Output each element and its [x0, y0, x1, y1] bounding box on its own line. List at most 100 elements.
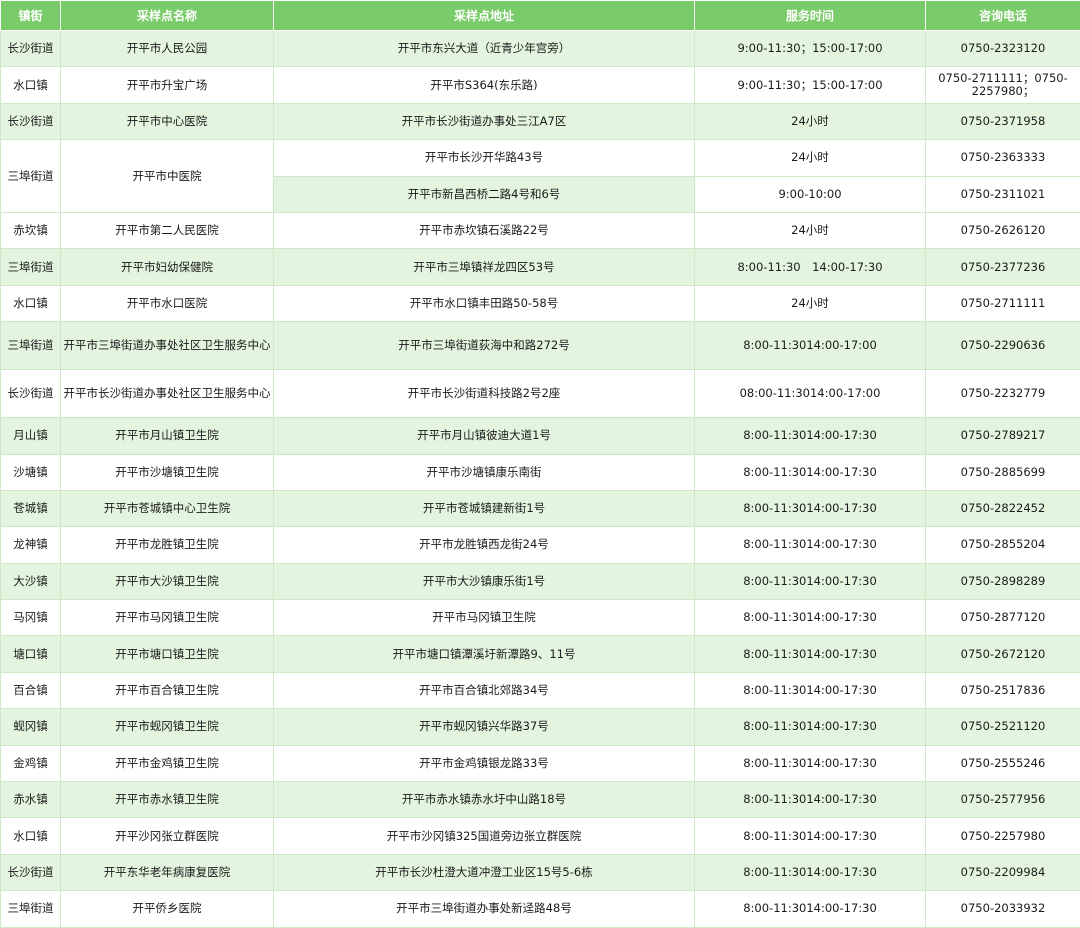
table-row: 水口镇 开平沙冈张立群医院 开平市沙冈镇325国道旁边张立群医院 8:00-11… [1, 818, 1080, 854]
cell-town: 龙神镇 [1, 527, 61, 563]
cell-address: 开平市长沙街道办事处三江A7区 [274, 103, 695, 139]
cell-site-name: 开平市长沙街道办事处社区卫生服务中心 [61, 370, 274, 418]
cell-address: 开平市东兴大道（近青少年宫旁） [274, 31, 695, 67]
sampling-sites-table: 镇街 采样点名称 采样点地址 服务时间 咨询电话 长沙街道 开平市人民公园 开平… [0, 0, 1080, 928]
cell-address: 开平市月山镇彼迪大道1号 [274, 418, 695, 454]
cell-town: 水口镇 [1, 285, 61, 321]
cell-hours: 8:00-11:3014:00-17:30 [695, 600, 926, 636]
cell-site-name: 开平市妇幼保健院 [61, 249, 274, 285]
cell-site-name: 开平市中心医院 [61, 103, 274, 139]
cell-town: 马冈镇 [1, 600, 61, 636]
cell-phone: 0750-2033932 [926, 891, 1080, 927]
cell-phone: 0750-2555246 [926, 745, 1080, 781]
cell-town: 长沙街道 [1, 31, 61, 67]
cell-town: 水口镇 [1, 67, 61, 103]
table-row: 水口镇 开平市水口医院 开平市水口镇丰田路50-58号 24小时 0750-27… [1, 285, 1080, 321]
cell-address: 开平市沙塘镇康乐南街 [274, 454, 695, 490]
cell-site-name: 开平市龙胜镇卫生院 [61, 527, 274, 563]
cell-address: 开平市三埠街道荻海中和路272号 [274, 322, 695, 370]
cell-site-name: 开平市三埠街道办事处社区卫生服务中心 [61, 322, 274, 370]
cell-hours: 8:00-11:3014:00-17:00 [695, 322, 926, 370]
cell-address: 开平市长沙街道科技路2号2座 [274, 370, 695, 418]
cell-hours: 9:00-10:00 [695, 176, 926, 212]
cell-site-name: 开平市马冈镇卫生院 [61, 600, 274, 636]
cell-town: 三埠街道 [1, 249, 61, 285]
cell-town: 大沙镇 [1, 563, 61, 599]
header-row: 镇街 采样点名称 采样点地址 服务时间 咨询电话 [1, 1, 1080, 31]
cell-phone: 0750-2577956 [926, 782, 1080, 818]
cell-town: 长沙街道 [1, 370, 61, 418]
cell-hours: 24小时 [695, 212, 926, 248]
cell-site-name: 开平市第二人民医院 [61, 212, 274, 248]
cell-site-name: 开平市大沙镇卫生院 [61, 563, 274, 599]
cell-town: 赤坎镇 [1, 212, 61, 248]
table-row: 水口镇 开平市升宝广场 开平市S364(东乐路) 9:00-11:30；15:0… [1, 67, 1080, 103]
cell-hours: 8:00-11:3014:00-17:30 [695, 454, 926, 490]
cell-phone: 0750-2521120 [926, 709, 1080, 745]
table-row: 大沙镇 开平市大沙镇卫生院 开平市大沙镇康乐街1号 8:00-11:3014:0… [1, 563, 1080, 599]
table-row: 赤坎镇 开平市第二人民医院 开平市赤坎镇石溪路22号 24小时 0750-262… [1, 212, 1080, 248]
cell-site-name: 开平市赤水镇卫生院 [61, 782, 274, 818]
cell-phone: 0750-2517836 [926, 672, 1080, 708]
cell-town: 苍城镇 [1, 490, 61, 526]
cell-address: 开平市长沙杜澄大道冲澄工业区15号5-6栋 [274, 854, 695, 890]
header-site-address: 采样点地址 [274, 1, 695, 31]
cell-site-name: 开平市升宝广场 [61, 67, 274, 103]
cell-phone: 0750-2209984 [926, 854, 1080, 890]
cell-town: 蚬冈镇 [1, 709, 61, 745]
cell-address: 开平市三埠镇祥龙四区53号 [274, 249, 695, 285]
cell-hours: 8:00-11:3014:00-17:30 [695, 709, 926, 745]
cell-hours: 8:00-11:3014:00-17:30 [695, 782, 926, 818]
cell-phone: 0750-2898289 [926, 563, 1080, 599]
cell-hours: 8:00-11:30 14:00-17:30 [695, 249, 926, 285]
table-row: 金鸡镇 开平市金鸡镇卫生院 开平市金鸡镇银龙路33号 8:00-11:3014:… [1, 745, 1080, 781]
cell-phone: 0750-2626120 [926, 212, 1080, 248]
cell-hours: 8:00-11:3014:00-17:30 [695, 854, 926, 890]
cell-town: 塘口镇 [1, 636, 61, 672]
table-row: 龙神镇 开平市龙胜镇卫生院 开平市龙胜镇西龙街24号 8:00-11:3014:… [1, 527, 1080, 563]
table-row: 苍城镇 开平市苍城镇中心卫生院 开平市苍城镇建新街1号 8:00-11:3014… [1, 490, 1080, 526]
cell-address: 开平市S364(东乐路) [274, 67, 695, 103]
cell-site-name: 开平市人民公园 [61, 31, 274, 67]
table-row: 蚬冈镇 开平市蚬冈镇卫生院 开平市蚬冈镇兴华路37号 8:00-11:3014:… [1, 709, 1080, 745]
cell-site-name: 开平市中医院 [61, 140, 274, 213]
table-row: 马冈镇 开平市马冈镇卫生院 开平市马冈镇卫生院 8:00-11:3014:00-… [1, 600, 1080, 636]
cell-site-name: 开平市蚬冈镇卫生院 [61, 709, 274, 745]
cell-phone: 0750-2672120 [926, 636, 1080, 672]
cell-site-name: 开平市金鸡镇卫生院 [61, 745, 274, 781]
cell-hours: 24小时 [695, 285, 926, 321]
cell-address: 开平市蚬冈镇兴华路37号 [274, 709, 695, 745]
cell-address: 开平市赤水镇赤水圩中山路18号 [274, 782, 695, 818]
cell-site-name: 开平市沙塘镇卫生院 [61, 454, 274, 490]
table-row: 沙塘镇 开平市沙塘镇卫生院 开平市沙塘镇康乐南街 8:00-11:3014:00… [1, 454, 1080, 490]
cell-site-name: 开平侨乡医院 [61, 891, 274, 927]
table-row: 长沙街道 开平市人民公园 开平市东兴大道（近青少年宫旁） 9:00-11:30；… [1, 31, 1080, 67]
cell-phone: 0750-2323120 [926, 31, 1080, 67]
cell-hours: 9:00-11:30；15:00-17:00 [695, 31, 926, 67]
cell-town: 沙塘镇 [1, 454, 61, 490]
cell-site-name: 开平市百合镇卫生院 [61, 672, 274, 708]
cell-hours: 08:00-11:3014:00-17:00 [695, 370, 926, 418]
table-row: 月山镇 开平市月山镇卫生院 开平市月山镇彼迪大道1号 8:00-11:3014:… [1, 418, 1080, 454]
cell-address: 开平市长沙开华路43号 [274, 140, 695, 176]
cell-hours: 8:00-11:3014:00-17:30 [695, 891, 926, 927]
cell-phone: 0750-2311021 [926, 176, 1080, 212]
cell-town: 长沙街道 [1, 103, 61, 139]
cell-phone: 0750-2711111 [926, 285, 1080, 321]
table-row: 三埠街道 开平市三埠街道办事处社区卫生服务中心 开平市三埠街道荻海中和路272号… [1, 322, 1080, 370]
cell-site-name: 开平东华老年病康复医院 [61, 854, 274, 890]
cell-hours: 8:00-11:3014:00-17:30 [695, 563, 926, 599]
cell-town: 金鸡镇 [1, 745, 61, 781]
table-row: 百合镇 开平市百合镇卫生院 开平市百合镇北郊路34号 8:00-11:3014:… [1, 672, 1080, 708]
cell-town: 月山镇 [1, 418, 61, 454]
cell-address: 开平市塘口镇潭溪圩新潭路9、11号 [274, 636, 695, 672]
header-site-name: 采样点名称 [61, 1, 274, 31]
cell-phone: 0750-2885699 [926, 454, 1080, 490]
cell-hours: 8:00-11:3014:00-17:30 [695, 490, 926, 526]
cell-hours: 8:00-11:3014:00-17:30 [695, 745, 926, 781]
table-row: 赤水镇 开平市赤水镇卫生院 开平市赤水镇赤水圩中山路18号 8:00-11:30… [1, 782, 1080, 818]
cell-phone: 0750-2371958 [926, 103, 1080, 139]
cell-hours: 24小时 [695, 140, 926, 176]
cell-phone: 0750-2789217 [926, 418, 1080, 454]
cell-address: 开平市赤坎镇石溪路22号 [274, 212, 695, 248]
